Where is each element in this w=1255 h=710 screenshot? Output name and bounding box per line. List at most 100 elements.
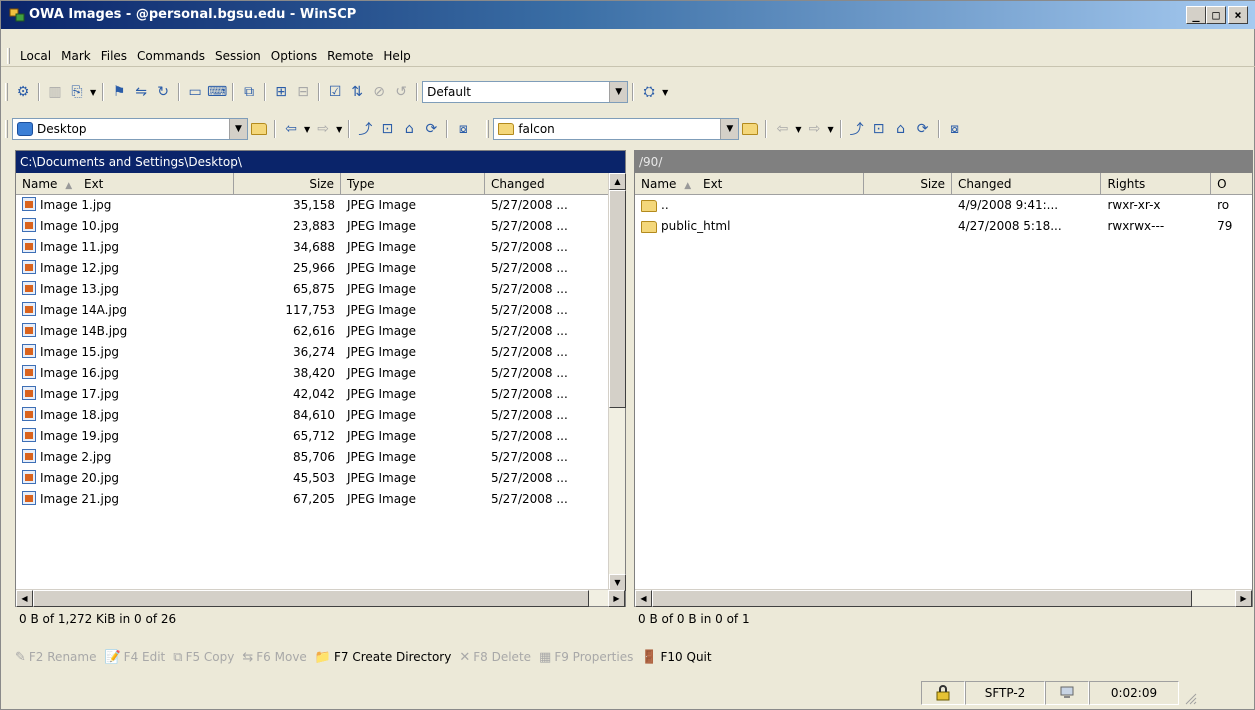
table-row[interactable]: Image 16.jpg 38,420 JPEG Image 5/27/2008 ..… xyxy=(16,363,625,384)
clear-selection-icon[interactable]: ⊘ xyxy=(368,81,390,103)
refresh-icon[interactable]: ⟳ xyxy=(420,118,442,140)
keep-remote-up-to-date-icon[interactable]: ⇋ xyxy=(130,81,152,103)
table-row[interactable]: Image 12.jpg 25,966 JPEG Image 5/27/2008 ..… xyxy=(16,258,625,279)
select-files-icon[interactable]: ⊞ xyxy=(270,81,292,103)
filter-icon[interactable]: ⧉ xyxy=(238,81,260,103)
session-icon[interactable]: ⛭ xyxy=(638,81,660,103)
scroll-right-icon[interactable]: ▶ xyxy=(608,590,625,607)
invert-selection-icon[interactable]: ⇅ xyxy=(346,81,368,103)
col-owner[interactable]: O xyxy=(1211,173,1252,195)
menu-mark[interactable]: Mark xyxy=(56,45,96,67)
chevron-down-icon[interactable]: ▼ xyxy=(795,125,801,134)
chevron-down-icon[interactable]: ▼ xyxy=(609,82,628,102)
parent-directory-icon[interactable]: ⤴ xyxy=(354,118,376,140)
find-files-icon[interactable]: ⧇ xyxy=(944,118,966,140)
chevron-down-icon[interactable]: ▼ xyxy=(827,125,833,134)
restore-selection-icon[interactable]: ↺ xyxy=(390,81,412,103)
scroll-thumb[interactable] xyxy=(652,590,1192,607)
parent-directory-icon[interactable]: ⤴ xyxy=(846,118,868,140)
scroll-left-icon[interactable]: ◀ xyxy=(635,590,652,607)
table-row[interactable]: Image 1.jpg 35,158 JPEG Image 5/27/2008 ... xyxy=(16,195,625,216)
local-vertical-scrollbar[interactable]: ▲ ▼ xyxy=(608,173,626,591)
remote-horizontal-scrollbar[interactable]: ◀ ▶ xyxy=(635,589,1252,607)
table-row[interactable]: .. 4/9/2008 9:41:... rwxr-xr-x ro xyxy=(635,195,1252,216)
toolbar-grip[interactable] xyxy=(5,120,8,138)
chevron-down-icon[interactable]: ▼ xyxy=(229,119,247,139)
open-directory-icon[interactable] xyxy=(248,118,270,140)
synchronize-icon[interactable]: ⎘ xyxy=(66,81,88,103)
col-rights[interactable]: Rights xyxy=(1101,173,1212,195)
f7-create-directory-button[interactable]: 📁 F7 Create Directory xyxy=(315,650,452,665)
col-size[interactable]: Size xyxy=(234,173,341,195)
f4-edit-button[interactable]: 📝 F4 Edit xyxy=(104,650,165,665)
refresh-icon[interactable]: ⟳ xyxy=(912,118,934,140)
transfer-settings-select[interactable]: Default ▼ xyxy=(422,81,629,103)
toolbar-grip[interactable] xyxy=(5,83,8,101)
root-directory-icon[interactable]: ⊡ xyxy=(376,118,398,140)
scroll-right-icon[interactable]: ▶ xyxy=(1235,590,1252,607)
menu-remote[interactable]: Remote xyxy=(322,45,378,67)
chevron-down-icon[interactable]: ▼ xyxy=(720,119,739,139)
resize-grip[interactable] xyxy=(1179,681,1199,705)
col-changed[interactable]: Changed xyxy=(485,173,593,195)
col-type[interactable]: Type xyxy=(341,173,485,195)
menubar-grip[interactable] xyxy=(7,48,10,64)
table-row[interactable]: Image 18.jpg 84,610 JPEG Image 5/27/2008 ..… xyxy=(16,405,625,426)
home-directory-icon[interactable]: ⌂ xyxy=(890,118,912,140)
menu-session[interactable]: Session xyxy=(210,45,266,67)
back-icon[interactable]: ⇦ xyxy=(280,118,302,140)
local-location-select[interactable]: Desktop ▼ xyxy=(12,118,248,140)
f9-properties-button[interactable]: ▦ F9 Properties xyxy=(539,650,633,665)
table-row[interactable]: Image 19.jpg 65,712 JPEG Image 5/27/2008 ..… xyxy=(16,426,625,447)
back-icon[interactable]: ⇦ xyxy=(771,118,793,140)
minimize-button[interactable]: _ xyxy=(1186,6,1206,24)
table-row[interactable]: Image 21.jpg 67,205 JPEG Image 5/27/2008 ..… xyxy=(16,489,625,510)
chevron-down-icon[interactable]: ▼ xyxy=(90,88,96,97)
unselect-files-icon[interactable]: ⊟ xyxy=(292,81,314,103)
console-icon[interactable]: ▭ xyxy=(184,81,206,103)
table-row[interactable]: Image 2.jpg 85,706 JPEG Image 5/27/2008 ... xyxy=(16,447,625,468)
menu-local[interactable]: Local xyxy=(15,45,56,67)
local-horizontal-scrollbar[interactable]: ◀ ▶ xyxy=(16,589,625,607)
table-row[interactable]: Image 10.jpg 23,883 JPEG Image 5/27/2008 ..… xyxy=(16,216,625,237)
toolbar-grip[interactable] xyxy=(486,120,490,138)
scroll-left-icon[interactable]: ◀ xyxy=(16,590,33,607)
remote-location-select[interactable]: falcon ▼ xyxy=(493,118,740,140)
f8-delete-button[interactable]: ✕ F8 Delete xyxy=(459,650,531,665)
menu-options[interactable]: Options xyxy=(266,45,322,67)
open-directory-icon[interactable] xyxy=(739,118,761,140)
forward-icon[interactable]: ⇨ xyxy=(803,118,825,140)
table-row[interactable]: Image 17.jpg 42,042 JPEG Image 5/27/2008 ..… xyxy=(16,384,625,405)
chevron-down-icon[interactable]: ▼ xyxy=(662,88,668,97)
f10-quit-button[interactable]: 🚪 F10 Quit xyxy=(641,650,711,665)
col-name[interactable]: Name ▲ Ext xyxy=(635,173,865,195)
forward-icon[interactable]: ⇨ xyxy=(312,118,334,140)
f6-move-button[interactable]: ⇆ F6 Move xyxy=(242,650,306,665)
col-size[interactable]: Size xyxy=(864,173,952,195)
f5-copy-button[interactable]: ⧉ F5 Copy xyxy=(173,650,234,665)
home-directory-icon[interactable]: ⌂ xyxy=(398,118,420,140)
table-row[interactable]: Image 14B.jpg 62,616 JPEG Image 5/27/2008 .… xyxy=(16,321,625,342)
menu-files[interactable]: Files xyxy=(96,45,132,67)
root-directory-icon[interactable]: ⊡ xyxy=(868,118,890,140)
maximize-button[interactable]: □ xyxy=(1206,6,1226,24)
select-all-icon[interactable]: ☑ xyxy=(324,81,346,103)
queue-icon[interactable]: ⚑ xyxy=(108,81,130,103)
putty-icon[interactable]: ⌨ xyxy=(206,81,228,103)
col-name[interactable]: Name ▲ Ext xyxy=(16,173,234,195)
close-button[interactable]: × xyxy=(1228,6,1248,24)
scroll-thumb[interactable] xyxy=(33,590,589,607)
menu-help[interactable]: Help xyxy=(378,45,415,67)
chevron-down-icon[interactable]: ▼ xyxy=(304,125,310,134)
scroll-up-icon[interactable]: ▲ xyxy=(609,173,626,190)
table-row[interactable]: Image 15.jpg 36,274 JPEG Image 5/27/2008 ..… xyxy=(16,342,625,363)
refresh-sync-icon[interactable]: ↻ xyxy=(152,81,174,103)
title-bar[interactable]: OWA Images - @personal.bgsu.edu - WinSCP… xyxy=(1,1,1255,29)
col-changed[interactable]: Changed xyxy=(952,173,1102,195)
chevron-down-icon[interactable]: ▼ xyxy=(336,125,342,134)
table-row[interactable]: Image 14A.jpg 117,753 JPEG Image 5/27/2008 … xyxy=(16,300,625,321)
menu-commands[interactable]: Commands xyxy=(132,45,210,67)
table-row[interactable]: Image 11.jpg 34,688 JPEG Image 5/27/2008 ..… xyxy=(16,237,625,258)
scroll-thumb[interactable] xyxy=(609,190,626,408)
preferences-gear-icon[interactable]: ⚙ xyxy=(12,81,34,103)
